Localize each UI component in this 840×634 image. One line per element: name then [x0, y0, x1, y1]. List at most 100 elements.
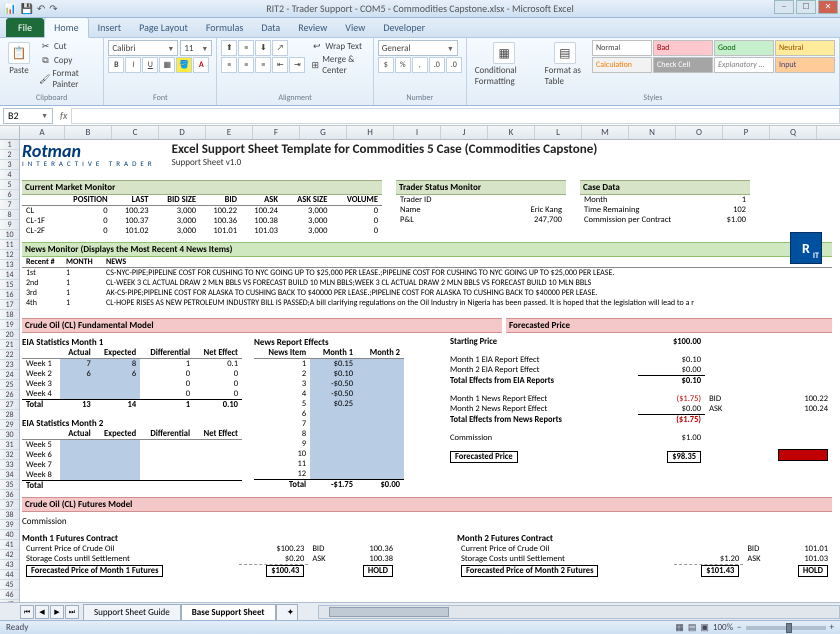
style-checkcell[interactable]: Check Cell: [653, 57, 713, 73]
name-box[interactable]: B2▼: [3, 108, 53, 124]
indent-dec-button[interactable]: ⇤: [272, 57, 288, 73]
row-header[interactable]: 25: [0, 380, 19, 390]
row-header[interactable]: 19: [0, 320, 19, 330]
style-neutral[interactable]: Neutral: [775, 40, 835, 56]
row-header[interactable]: 8: [0, 210, 19, 220]
new-sheet-button[interactable]: ✦: [276, 604, 298, 620]
col-header[interactable]: E: [206, 126, 253, 139]
align-center-button[interactable]: ≡: [238, 57, 254, 73]
font-size-dropdown[interactable]: 11▼: [180, 40, 212, 56]
cell-styles-gallery[interactable]: Normal Bad Good Neutral Calculation Chec…: [592, 40, 835, 73]
redo-icon[interactable]: ↷: [49, 2, 57, 15]
tab-view[interactable]: View: [336, 18, 374, 37]
view-normal-icon[interactable]: ▦: [675, 622, 684, 633]
style-good[interactable]: Good: [714, 40, 774, 56]
row-header[interactable]: 29: [0, 420, 19, 430]
select-all-corner[interactable]: [0, 126, 20, 139]
col-header[interactable]: J: [441, 126, 488, 139]
fill-color-button[interactable]: 🪣: [176, 57, 192, 73]
tab-home[interactable]: Home: [44, 17, 88, 38]
row-header[interactable]: 9: [0, 220, 19, 230]
tab-developer[interactable]: Developer: [374, 18, 434, 37]
col-header[interactable]: H: [347, 126, 394, 139]
sheet-nav-next[interactable]: ▶: [50, 605, 64, 619]
row-header[interactable]: 15: [0, 280, 19, 290]
row-header[interactable]: 3: [0, 160, 19, 170]
row-header[interactable]: 2: [0, 150, 19, 160]
col-header[interactable]: Q: [770, 126, 817, 139]
row-header[interactable]: 39: [0, 520, 19, 530]
style-explanatory[interactable]: Explanatory ...: [714, 57, 774, 73]
row-header[interactable]: 43: [0, 560, 19, 570]
row-header[interactable]: 38: [0, 510, 19, 520]
format-painter-button[interactable]: 🖌Format Painter: [37, 68, 99, 90]
bold-button[interactable]: B: [108, 57, 124, 73]
tab-insert[interactable]: Insert: [89, 18, 131, 37]
row-header[interactable]: 35: [0, 480, 19, 490]
align-middle-button[interactable]: ≡: [238, 40, 254, 56]
zoom-out-button[interactable]: −: [737, 622, 741, 633]
row-header[interactable]: 22: [0, 350, 19, 360]
wrap-text-button[interactable]: ↩Wrap Text: [308, 40, 368, 53]
worksheet[interactable]: A B C D E F G H I J K L M N O P Q 123456…: [0, 126, 840, 614]
view-break-icon[interactable]: ▣: [700, 622, 709, 633]
row-header[interactable]: 30: [0, 430, 19, 440]
col-header[interactable]: G: [300, 126, 347, 139]
minimize-button[interactable]: ─: [774, 0, 794, 14]
border-button[interactable]: ▦: [159, 57, 175, 73]
row-header[interactable]: 27: [0, 400, 19, 410]
save-icon[interactable]: 💾: [20, 2, 32, 15]
sheet-tab-base[interactable]: Base Support Sheet: [181, 604, 276, 620]
row-header[interactable]: 5: [0, 180, 19, 190]
row-header[interactable]: 44: [0, 570, 19, 580]
sheet-nav-prev[interactable]: ◀: [35, 605, 49, 619]
sheet-tab-guide[interactable]: Support Sheet Guide: [83, 604, 181, 620]
align-right-button[interactable]: ≡: [255, 57, 271, 73]
col-header[interactable]: C: [112, 126, 159, 139]
tab-formulas[interactable]: Formulas: [197, 18, 252, 37]
orientation-button[interactable]: ↗: [272, 40, 288, 56]
font-color-button[interactable]: A: [193, 57, 209, 73]
col-header[interactable]: A: [20, 126, 65, 139]
indent-inc-button[interactable]: ⇥: [289, 57, 305, 73]
zoom-level[interactable]: 100%: [713, 622, 733, 633]
col-header[interactable]: O: [676, 126, 723, 139]
align-left-button[interactable]: ≡: [221, 57, 237, 73]
cut-button[interactable]: ✂Cut: [37, 40, 99, 53]
underline-button[interactable]: U: [142, 57, 158, 73]
row-header[interactable]: 40: [0, 530, 19, 540]
row-header[interactable]: 14: [0, 270, 19, 280]
row-header[interactable]: 1: [0, 140, 19, 150]
sheet-nav-first[interactable]: ⏮: [20, 605, 34, 619]
currency-button[interactable]: $: [378, 57, 394, 73]
merge-center-button[interactable]: ⊞Merge & Center: [308, 54, 368, 76]
copy-button[interactable]: ⧉Copy: [37, 54, 99, 67]
dec-decimal-button[interactable]: .0: [446, 57, 462, 73]
horizontal-scrollbar[interactable]: [318, 605, 840, 619]
comma-button[interactable]: ,: [412, 57, 428, 73]
align-bottom-button[interactable]: ⬇: [255, 40, 271, 56]
tab-data[interactable]: Data: [252, 18, 289, 37]
row-header[interactable]: 37: [0, 500, 19, 510]
view-layout-icon[interactable]: ▤: [688, 622, 697, 633]
zoom-slider[interactable]: [746, 626, 826, 630]
maximize-button[interactable]: ☐: [796, 0, 816, 14]
paste-button[interactable]: 📋Paste: [4, 40, 34, 78]
row-header[interactable]: 10: [0, 230, 19, 240]
tab-page-layout[interactable]: Page Layout: [130, 18, 197, 37]
row-header[interactable]: 21: [0, 340, 19, 350]
row-header[interactable]: 4: [0, 170, 19, 180]
italic-button[interactable]: I: [125, 57, 141, 73]
col-header[interactable]: K: [488, 126, 535, 139]
undo-icon[interactable]: ↶: [37, 2, 45, 15]
scroll-thumb[interactable]: [329, 607, 449, 617]
col-header[interactable]: F: [253, 126, 300, 139]
row-header[interactable]: 41: [0, 540, 19, 550]
sheet-nav-last[interactable]: ⏭: [65, 605, 79, 619]
row-header[interactable]: 42: [0, 550, 19, 560]
row-headers[interactable]: 1234567891011121314151617181920212223242…: [0, 140, 20, 614]
zoom-in-button[interactable]: +: [830, 622, 834, 633]
inc-decimal-button[interactable]: .0: [429, 57, 445, 73]
col-header[interactable]: M: [582, 126, 629, 139]
row-header[interactable]: 16: [0, 290, 19, 300]
